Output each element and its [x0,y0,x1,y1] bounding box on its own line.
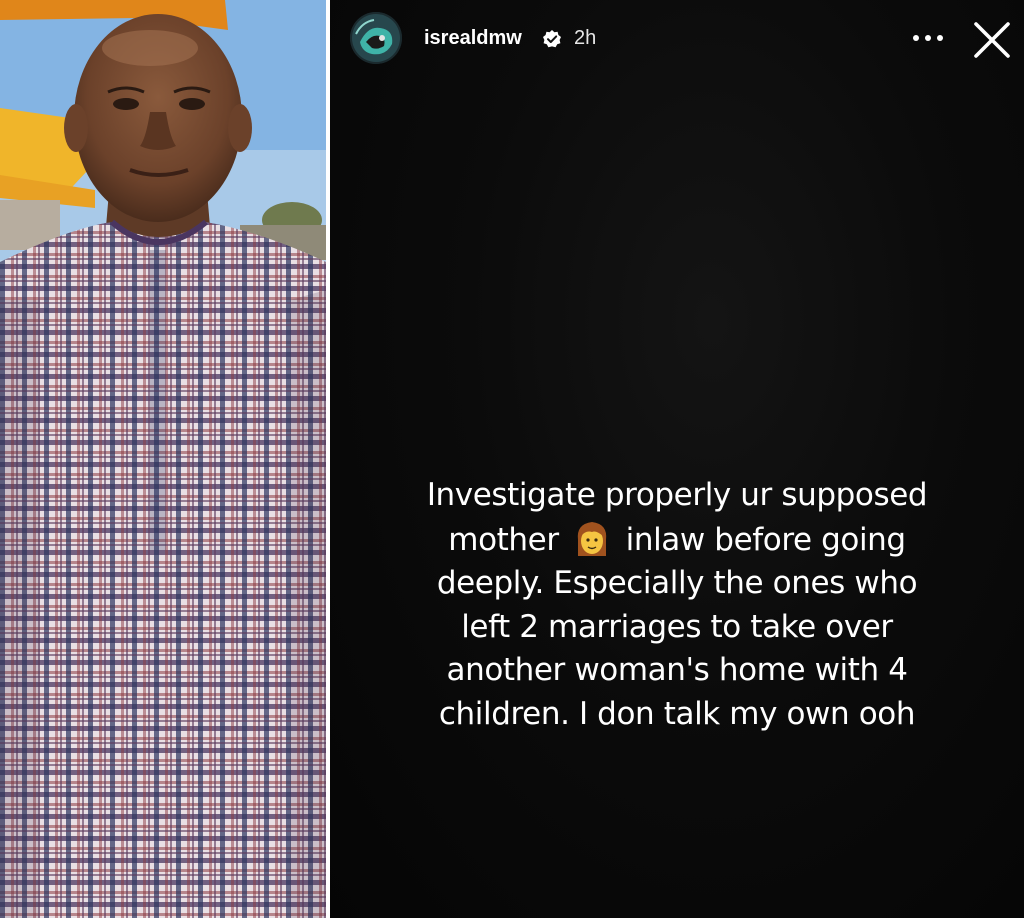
story-text-segment: mother [448,521,559,558]
avatar[interactable] [350,12,402,64]
story-username[interactable]: isrealdmw [424,26,522,50]
story-text-line: mother inlaw before going [360,518,994,563]
close-icon [974,22,1010,58]
composite-frame: isrealdmw 2h Investigate properly ur sup… [0,0,1024,918]
story-text-line: left 2 marriages to take over [461,608,893,645]
avatar-image [350,12,402,64]
story-text-line: deeply. Especially the ones who [436,565,918,601]
more-options-icon [913,35,943,41]
more-options-button[interactable] [908,26,948,50]
story-text-line: another woman's home with 4 [446,652,908,688]
portrait-illustration [0,0,326,918]
portrait-photo [0,0,326,918]
story-text-line: children. I don talk my own ooh [438,695,916,732]
story-header: isrealdmw 2h [330,0,1024,80]
verified-badge-icon [542,29,562,49]
story-text: Investigate properly ur supposed mother … [360,474,994,736]
story-text-segment: inlaw before going [625,521,906,558]
story-viewer: isrealdmw 2h Investigate properly ur sup… [330,0,1024,918]
woman-emoji-icon [572,518,612,558]
story-text-line: Investigate properly ur supposed [426,477,928,513]
close-button[interactable] [970,18,1014,62]
story-timestamp: 2h [574,27,597,49]
